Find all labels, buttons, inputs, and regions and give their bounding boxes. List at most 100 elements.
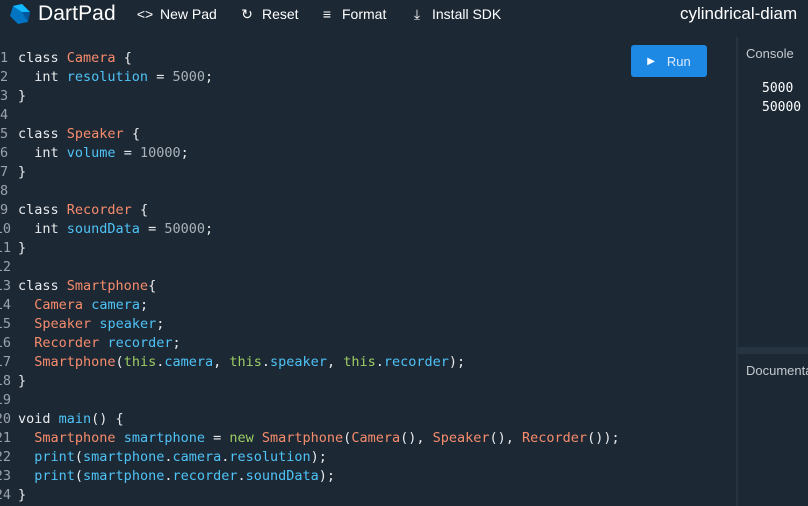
line-number: 12 xyxy=(0,259,11,275)
code-line[interactable]: 21 Smartphone smartphone = new Smartphon… xyxy=(0,429,620,448)
code-token: resolution xyxy=(66,69,149,85)
code-line[interactable]: 24} xyxy=(0,486,620,505)
code-token: soundData xyxy=(245,468,319,484)
code-token: ; xyxy=(172,335,181,351)
code-token: class xyxy=(18,202,67,218)
code-line[interactable]: 23 print(smartphone.recorder.soundData); xyxy=(0,467,620,486)
line-number: 7 xyxy=(0,164,9,180)
code-line[interactable]: 10 int soundData = 50000; xyxy=(0,220,620,239)
code-token: class xyxy=(18,126,67,142)
run-label: Run xyxy=(666,53,691,69)
code-token: (), xyxy=(400,430,433,446)
code-line[interactable]: 20 void main() { xyxy=(0,410,620,429)
code-line[interactable]: 2 int resolution = 5000; xyxy=(0,68,620,87)
code-token: recorder xyxy=(172,468,238,484)
line-number: 9 xyxy=(0,202,9,218)
code-token: Speaker xyxy=(432,430,490,446)
code-line[interactable]: 12 xyxy=(0,258,620,277)
format-button[interactable]: ≡ Format xyxy=(317,4,386,24)
code-token: ( xyxy=(74,468,84,484)
code-line[interactable]: 13 class Smartphone{ xyxy=(0,277,620,296)
code-lines[interactable]: 1 class Camera {2 int resolution = 5000; 3… xyxy=(0,49,620,505)
code-line[interactable]: 15 Speaker speaker; xyxy=(0,315,620,334)
code-token: resolution xyxy=(229,449,311,465)
code-token: Smartphone xyxy=(34,354,116,370)
code-line[interactable]: 9 class Recorder { xyxy=(0,201,620,220)
code-editor[interactable]: 1 class Camera {2 int resolution = 5000; 3… xyxy=(0,37,736,506)
documentation-panel: Documentation xyxy=(738,354,808,506)
code-line[interactable]: 3} xyxy=(0,87,620,106)
line-number: 1 xyxy=(0,50,9,66)
code-token: soundData xyxy=(66,221,140,237)
code-token: ); xyxy=(448,354,466,370)
code-token: main xyxy=(58,411,92,427)
code-token: ); xyxy=(310,449,327,465)
code-line[interactable]: 16 Recorder recorder; xyxy=(0,334,620,353)
code-token: } xyxy=(18,240,27,256)
code-token: int xyxy=(18,69,67,85)
dartpad-logo[interactable]: DartPad xyxy=(8,2,116,26)
code-token: = xyxy=(204,430,230,446)
line-number: 6 xyxy=(0,145,9,161)
pad-title[interactable]: cylindrical-diam xyxy=(680,4,797,24)
console-panel: Console 5000 50000 xyxy=(738,37,808,347)
code-text: class Recorder { xyxy=(18,201,148,220)
code-text: print(smartphone.camera.resolution); xyxy=(18,448,327,467)
app-header: DartPad <> New Pad ↻ Reset ≡ Format ⤓ In… xyxy=(0,0,808,28)
line-number: 17 xyxy=(0,354,11,370)
install-sdk-label: Install SDK xyxy=(432,6,502,22)
code-token: ); xyxy=(318,468,336,484)
code-text: int resolution = 5000; xyxy=(18,68,213,87)
console-docs-divider[interactable] xyxy=(738,347,808,354)
format-label: Format xyxy=(342,6,387,22)
code-line[interactable]: 14 Camera camera; xyxy=(0,296,620,315)
code-token: } xyxy=(18,164,27,180)
line-number: 15 xyxy=(0,316,11,332)
code-line[interactable]: 7} xyxy=(0,163,620,182)
code-text: void main() { xyxy=(18,410,124,429)
code-token: volume xyxy=(66,145,116,161)
code-line[interactable]: 22 print(smartphone.camera.resolution); xyxy=(0,448,620,467)
code-line[interactable]: 1 class Camera { xyxy=(0,49,620,68)
line-number: 2 xyxy=(0,69,9,85)
format-align-icon: ≡ xyxy=(322,6,332,22)
code-token: Recorder xyxy=(66,202,132,218)
code-token: Smartphone xyxy=(66,278,149,294)
code-line[interactable]: 6 int volume = 10000; xyxy=(0,144,620,163)
code-token: { xyxy=(115,50,132,66)
code-token: recorder xyxy=(383,354,449,370)
line-number: 8 xyxy=(0,183,9,199)
line-number: 13 xyxy=(0,278,11,294)
code-token: speaker xyxy=(99,316,157,332)
code-line[interactable]: 17 Smartphone(this.camera, this.speaker,… xyxy=(0,353,620,372)
run-button[interactable]: ▶ Run xyxy=(631,45,707,77)
code-token: smartphone xyxy=(83,468,165,484)
reset-button[interactable]: ↻ Reset xyxy=(237,4,298,24)
code-token: , xyxy=(326,354,344,370)
code-token: camera xyxy=(91,297,140,313)
brand-name: DartPad xyxy=(38,2,116,25)
code-line[interactable]: 8 xyxy=(0,182,620,201)
new-pad-button[interactable]: <> New Pad xyxy=(135,4,217,24)
new-pad-label: New Pad xyxy=(160,6,217,22)
code-line[interactable]: 18} xyxy=(0,372,620,391)
code-token: ; xyxy=(156,316,165,332)
code-text: } xyxy=(18,486,26,505)
code-token: camera xyxy=(172,449,222,465)
code-text: Recorder recorder; xyxy=(18,334,181,353)
code-token: print xyxy=(34,449,75,465)
code-token: Camera xyxy=(351,430,401,446)
code-text: } xyxy=(18,87,26,106)
code-line[interactable]: 19 xyxy=(0,391,620,410)
code-token: smartphone xyxy=(123,430,205,446)
code-token: class xyxy=(18,50,67,66)
code-line[interactable]: 4 xyxy=(0,106,620,125)
code-line[interactable]: 11} xyxy=(0,239,620,258)
code-token: Camera xyxy=(66,50,116,66)
line-number: 21 xyxy=(0,430,11,446)
install-sdk-button[interactable]: ⤓ Install SDK xyxy=(407,4,501,24)
code-line[interactable]: 5 class Speaker { xyxy=(0,125,620,144)
code-token: . xyxy=(237,468,246,484)
